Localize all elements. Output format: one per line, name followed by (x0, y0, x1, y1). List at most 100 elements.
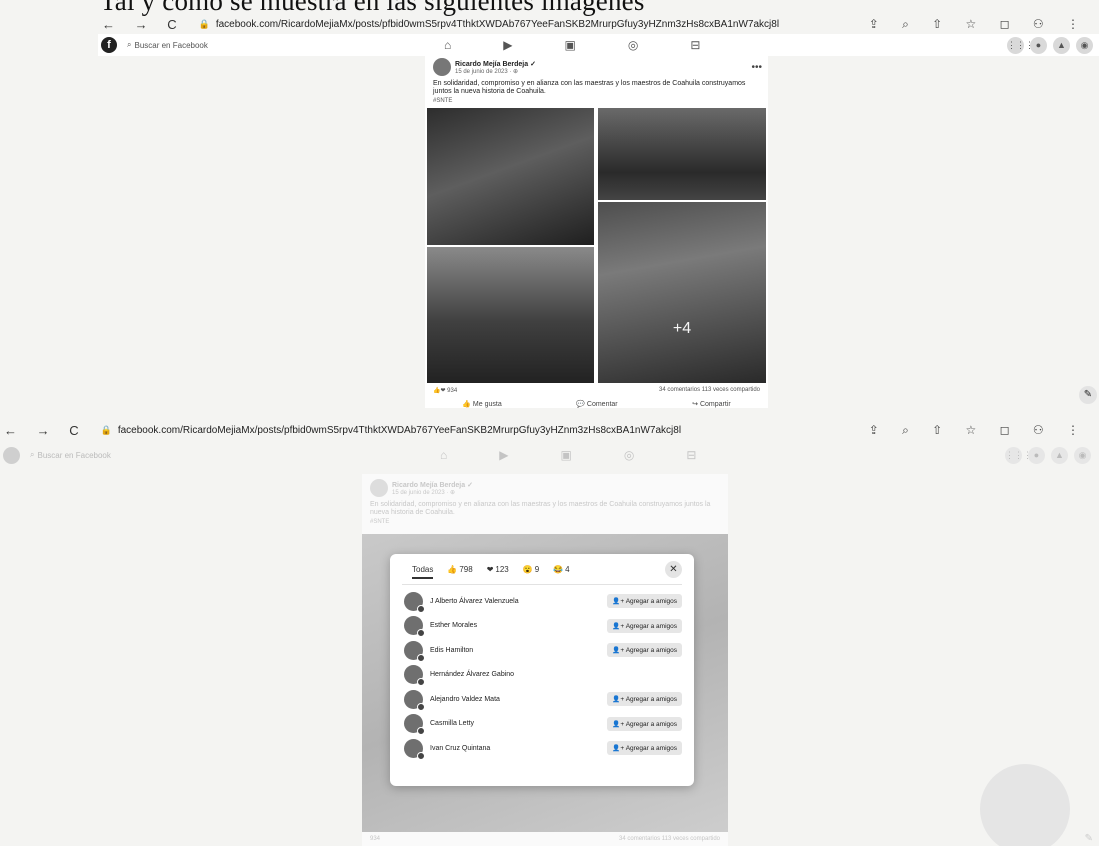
groups-icon[interactable]: ◎ (624, 448, 634, 462)
person-name[interactable]: Ivan Cruz Quintana (430, 745, 607, 752)
list-item: Casmilla Letty 👤+ Agregar a amigos (390, 712, 694, 737)
post-text: En solidaridad, compromiso y en alianza … (433, 80, 746, 95)
menu-grid-icon[interactable]: ⋮⋮⋮ (1007, 36, 1034, 54)
marketplace-icon[interactable]: ▣ (564, 38, 575, 52)
photo-1[interactable] (427, 108, 594, 245)
profile-avatar[interactable]: ◉ (1076, 36, 1093, 54)
browser-actions[interactable]: ⇪ ⌕ ⇧ ☆ ◻ ⚇ ⋮ (869, 423, 1089, 438)
comment-button[interactable]: 💬 Comentar (576, 400, 617, 408)
video-icon[interactable]: ▶ (499, 448, 508, 462)
marketplace-icon[interactable]: ▣ (560, 448, 571, 462)
tab-haha[interactable]: 😂 4 (553, 565, 569, 574)
person-name[interactable]: Alejandro Valdez Mata (430, 696, 607, 703)
person-name[interactable]: Edis Hamilton (430, 647, 607, 654)
love-icon: ❤ (486, 564, 494, 574)
post-author: Ricardo Mejía Berdeja ✓ (392, 481, 473, 489)
add-friend-button[interactable]: 👤+ Agregar a amigos (607, 716, 682, 731)
main-nav: ⌂ ▶ ▣ ◎ ⊟ (444, 38, 700, 52)
gaming-icon[interactable]: ⊟ (686, 448, 696, 462)
main-nav: ⌂ ▶ ▣ ◎ ⊟ (440, 448, 696, 462)
home-icon[interactable]: ⌂ (444, 38, 451, 52)
post-stats: 👍❤ 934 34 comentarios 113 veces comparti… (425, 383, 768, 396)
photo-4[interactable]: +4 (598, 202, 766, 383)
comment-icon: 💬 (576, 401, 585, 408)
avatar[interactable] (404, 591, 425, 613)
comments-shares-count: 34 comentarios 113 veces compartido (619, 836, 720, 842)
tab-label: Todas (412, 564, 434, 574)
post-date[interactable]: 15 de junio de 2023 · ⊕ (455, 68, 536, 75)
share-icon: ↪ (692, 401, 699, 408)
post-text: En solidaridad, compromiso y en alianza … (370, 501, 711, 516)
add-friend-button[interactable]: 👤+ Agregar a amigos (607, 594, 682, 609)
like-button[interactable]: 👍 Me gusta (462, 400, 501, 408)
tab-love[interactable]: ❤ 123 (487, 565, 509, 574)
close-button[interactable]: ✕ (665, 561, 682, 578)
photo-grid: +4 (425, 108, 768, 383)
browser-nav-buttons[interactable]: ← → C (102, 17, 185, 32)
address-bar[interactable]: facebook.com/RicardoMejiaMx/posts/pfbid0… (216, 19, 779, 30)
post-author[interactable]: Ricardo Mejía Berdeja ✓ (455, 60, 536, 68)
search-input[interactable]: ⌕ Buscar en Facebook (30, 450, 111, 460)
add-friend-button[interactable]: 👤+ Agregar a amigos (607, 618, 682, 633)
comment-label: Comentar (586, 401, 618, 408)
reactions-summary[interactable]: 👍❤ 934 (433, 387, 457, 394)
post-header: Ricardo Mejía Berdeja ✓ 15 de junio de 2… (362, 474, 728, 499)
post-hashtag[interactable]: #SNTE (425, 98, 768, 108)
search-input[interactable]: ⌕ Buscar en Facebook (127, 40, 208, 50)
notifications-icon[interactable]: ▲ (1053, 36, 1070, 54)
browser-nav-buttons[interactable]: ← → C (4, 423, 87, 438)
reaction-badge-icon (417, 629, 425, 638)
photo-3[interactable] (427, 247, 594, 383)
tab-count: 9 (534, 564, 540, 574)
facebook-logo-icon[interactable]: f (101, 37, 117, 53)
groups-icon[interactable]: ◎ (628, 38, 638, 52)
photo-2[interactable] (598, 108, 766, 200)
messenger-icon[interactable]: ● (1028, 446, 1045, 464)
avatar[interactable] (404, 714, 425, 736)
video-icon[interactable]: ▶ (503, 38, 512, 52)
more-photos-count: +4 (672, 320, 692, 337)
post-date: 15 de junio de 2023 · ⊕ (392, 489, 456, 496)
browser-actions[interactable]: ⇪ ⌕ ⇧ ☆ ◻ ⚇ ⋮ (869, 17, 1089, 32)
notifications-icon[interactable]: ▲ (1051, 446, 1068, 464)
account-controls: ⋮⋮⋮ ● ▲ ◉ (1005, 446, 1091, 464)
add-friend-button[interactable]: 👤+ Agregar a amigos (607, 643, 682, 658)
tab-like[interactable]: 👍 798 (447, 565, 472, 574)
more-options-icon[interactable]: ••• (751, 62, 762, 73)
person-name[interactable]: Hernández Álvarez Gabino (430, 671, 682, 678)
avatar[interactable] (404, 738, 425, 760)
comments-shares-count[interactable]: 34 comentarios 113 veces compartido (659, 387, 760, 394)
new-message-icon[interactable]: ✎ (1085, 833, 1093, 844)
gaming-icon[interactable]: ⊟ (690, 38, 700, 52)
menu-grid-icon[interactable]: ⋮⋮⋮ (1005, 446, 1032, 464)
address-bar[interactable]: facebook.com/RicardoMejiaMx/posts/pfbid0… (118, 425, 681, 436)
reactions-count: 934 (370, 836, 381, 842)
avatar[interactable] (404, 640, 425, 662)
home-icon[interactable]: ⌂ (440, 448, 447, 462)
lock-icon: 🔒 (100, 424, 112, 435)
new-message-icon[interactable]: ✎ (1079, 386, 1097, 404)
share-button[interactable]: ↪ Compartir (692, 400, 731, 408)
thumbs-up-icon: 👍 (462, 401, 471, 408)
person-name[interactable]: J Alberto Álvarez Valenzuela (430, 598, 607, 605)
person-name[interactable]: Casmilla Letty (430, 720, 607, 727)
profile-avatar[interactable]: ◉ (1074, 446, 1091, 464)
avatar[interactable] (404, 616, 425, 638)
author-avatar[interactable] (433, 58, 451, 76)
reaction-badge-icon (417, 604, 425, 613)
reaction-badge-icon (417, 727, 425, 736)
avatar[interactable] (404, 665, 425, 687)
add-friend-button[interactable]: 👤+ Agregar a amigos (607, 692, 682, 707)
add-friend-label: Agregar a amigos (625, 598, 677, 606)
tab-wow[interactable]: 😮 9 (523, 565, 539, 574)
tab-all[interactable]: Todas (412, 564, 434, 579)
post-actions: 👍 Me gusta 💬 Comentar ↪ Compartir (425, 396, 768, 408)
avatar[interactable] (404, 689, 425, 711)
add-friend-button[interactable]: 👤+ Agregar a amigos (607, 741, 682, 756)
person-name[interactable]: Esther Morales (430, 622, 607, 629)
reaction-badge-icon (417, 702, 425, 711)
messenger-icon[interactable]: ● (1030, 36, 1047, 54)
facebook-logo-icon[interactable] (3, 446, 20, 464)
add-friend-label: Agregar a amigos (625, 647, 677, 655)
reaction-badge-icon (417, 678, 425, 687)
